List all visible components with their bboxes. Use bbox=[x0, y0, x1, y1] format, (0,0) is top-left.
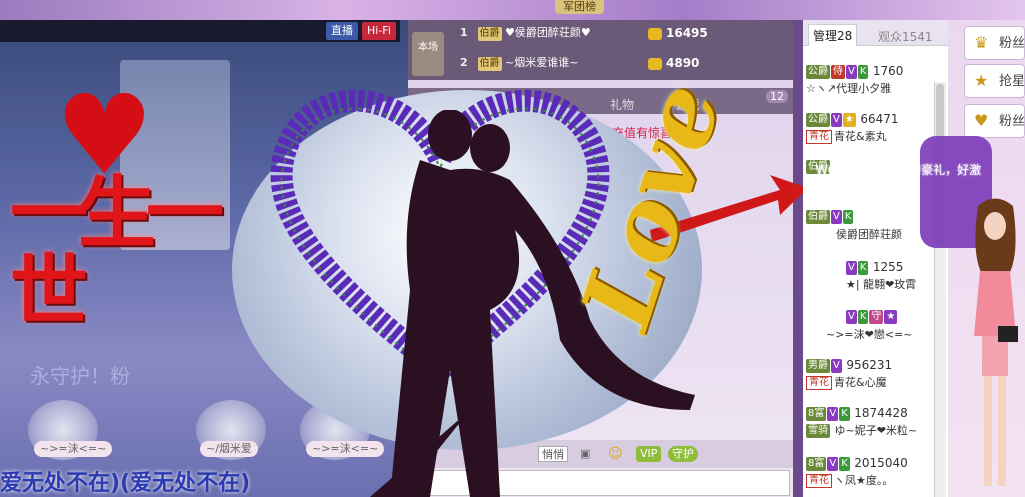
crown-icon: ♛ bbox=[974, 33, 989, 52]
vip-badge: V bbox=[827, 407, 839, 421]
user-number: 1255 bbox=[872, 260, 904, 274]
user-row[interactable]: 公爵 V ★ 66471 bbox=[806, 110, 936, 128]
k-badge: K bbox=[857, 65, 869, 79]
user-name: ~>=沫❤戀<=~ bbox=[826, 328, 913, 341]
tab-admins[interactable]: 管理28 bbox=[808, 24, 858, 46]
vip-badge: V bbox=[831, 210, 842, 224]
unread-count-badge: 12 bbox=[766, 90, 788, 103]
user-name: ☆ヽ↗代理小夕雅 bbox=[806, 82, 892, 95]
bubble-title: ~>=沫❤戀<=~ bbox=[816, 147, 911, 161]
user-row[interactable]: 男爵 V 956231 bbox=[806, 356, 936, 374]
mascot-girl-figure bbox=[974, 198, 1018, 486]
role-tag: 青花 bbox=[806, 376, 832, 390]
rank-badge: 男爵 bbox=[806, 359, 830, 373]
legion-rank-tab[interactable]: 军团榜 bbox=[555, 0, 604, 14]
k-badge: K bbox=[857, 261, 869, 275]
user-row[interactable]: 青花 青花&素丸 bbox=[806, 128, 936, 146]
user-row[interactable]: ☆ヽ↗代理小夕雅 bbox=[806, 80, 936, 98]
vip-badge: V bbox=[831, 359, 842, 373]
k-badge: K bbox=[857, 310, 869, 324]
vip-badge: V bbox=[846, 310, 857, 324]
role-tag: 青花 bbox=[806, 474, 832, 488]
user-number: 2015040 bbox=[854, 456, 908, 470]
user-name: 青花&素丸 bbox=[834, 130, 887, 143]
user-number: 1874428 bbox=[854, 406, 908, 420]
rank-badge: 公爵 bbox=[806, 65, 830, 79]
rank-name: ♥侯爵团醉荘颜♥ bbox=[505, 26, 591, 39]
rank-badge: 伯爵 bbox=[477, 57, 502, 71]
vip-badge: V bbox=[827, 457, 839, 471]
star-badge: ★ bbox=[842, 113, 856, 127]
user-name: 青花&心魔 bbox=[834, 376, 887, 389]
rank-score: 16495 bbox=[648, 22, 708, 44]
coin-icon bbox=[648, 27, 662, 40]
live-button[interactable]: 直播 bbox=[326, 22, 358, 40]
user-number: 66471 bbox=[860, 112, 899, 126]
guard-badge: 守 bbox=[869, 310, 884, 324]
heart-icon: ♥ bbox=[974, 111, 989, 130]
rank-score: 4890 bbox=[648, 52, 699, 74]
gift-banner-text: 一生一世 bbox=[10, 168, 224, 337]
rank-badge: 伯爵 bbox=[477, 27, 502, 41]
live-room-window: { "video": { "live_label": "直播", "hifi_l… bbox=[0, 0, 1025, 497]
guard-text: 永守护！粉 bbox=[30, 364, 130, 388]
tab-viewers[interactable]: 观众1541 bbox=[878, 28, 933, 45]
hifi-button[interactable]: Hi-Fi bbox=[362, 22, 396, 40]
k-badge: K bbox=[839, 457, 850, 471]
rank-badge: 8富 bbox=[806, 407, 827, 421]
user-row[interactable]: 公爵侍 V K 1760 bbox=[806, 62, 936, 80]
seat-label: ~/烟米爱 bbox=[200, 441, 258, 457]
vip-badge: V bbox=[846, 261, 857, 275]
rank-row[interactable]: 1 伯爵 ♥侯爵团醉荘颜♥ bbox=[460, 22, 591, 44]
user-number: 1760 bbox=[872, 64, 904, 78]
user-row[interactable]: 8富 V K 1874428 bbox=[806, 404, 936, 422]
user-row[interactable]: 8富 V K 2015040 bbox=[806, 454, 936, 472]
star-icon: ★ bbox=[974, 71, 989, 90]
coin-icon bbox=[648, 57, 662, 70]
rank-name: ~烟米爱谁谁~ bbox=[505, 56, 579, 69]
k-badge: K bbox=[839, 407, 850, 421]
user-name: 侯爵团醉荘颜 bbox=[836, 228, 902, 241]
rank-badge: 8富 bbox=[806, 457, 827, 471]
vip-badge: V bbox=[846, 65, 857, 79]
bubble-body: WOW！谢谢亲送的豪礼，好激动咧！ bbox=[816, 163, 982, 193]
rank-badge: 公爵 bbox=[806, 113, 830, 127]
k-badge: K bbox=[842, 210, 854, 224]
user-row[interactable]: 伯爵 V K bbox=[806, 208, 936, 226]
user-number: 956231 bbox=[846, 358, 893, 372]
user-row[interactable]: 雪骑 ゆ~妮子❤米粒~ bbox=[806, 422, 936, 440]
user-row[interactable]: 青花 青花&心魔 bbox=[806, 374, 936, 392]
user-name: ★| 龍翱❤玫霄 bbox=[846, 278, 917, 291]
star-badge: ★ bbox=[884, 310, 898, 324]
user-row[interactable]: 青花 ヽ凤★度。。 bbox=[806, 472, 936, 490]
rank-badge: 侍 bbox=[831, 65, 845, 79]
rank-badge: 伯爵 bbox=[806, 210, 830, 224]
seat-label: ~>=沫<=~ bbox=[34, 441, 113, 457]
user-name: ゆ~妮子❤米粒~ bbox=[834, 424, 918, 437]
bubble-message: ~>=沫❤戀<=~ WOW！谢谢亲送的豪礼，好激动咧！ bbox=[816, 146, 986, 194]
top-decor-bar bbox=[0, 0, 1025, 20]
rank-number: 1 bbox=[460, 26, 468, 39]
bottom-caption: 爱无处不在)(爱无处不在) bbox=[0, 471, 251, 496]
vip-badge: V bbox=[831, 113, 842, 127]
role-tag: 青花 bbox=[806, 130, 832, 144]
rank-badge: 雪骑 bbox=[806, 424, 830, 438]
user-name: ヽ凤★度。。 bbox=[834, 474, 894, 487]
